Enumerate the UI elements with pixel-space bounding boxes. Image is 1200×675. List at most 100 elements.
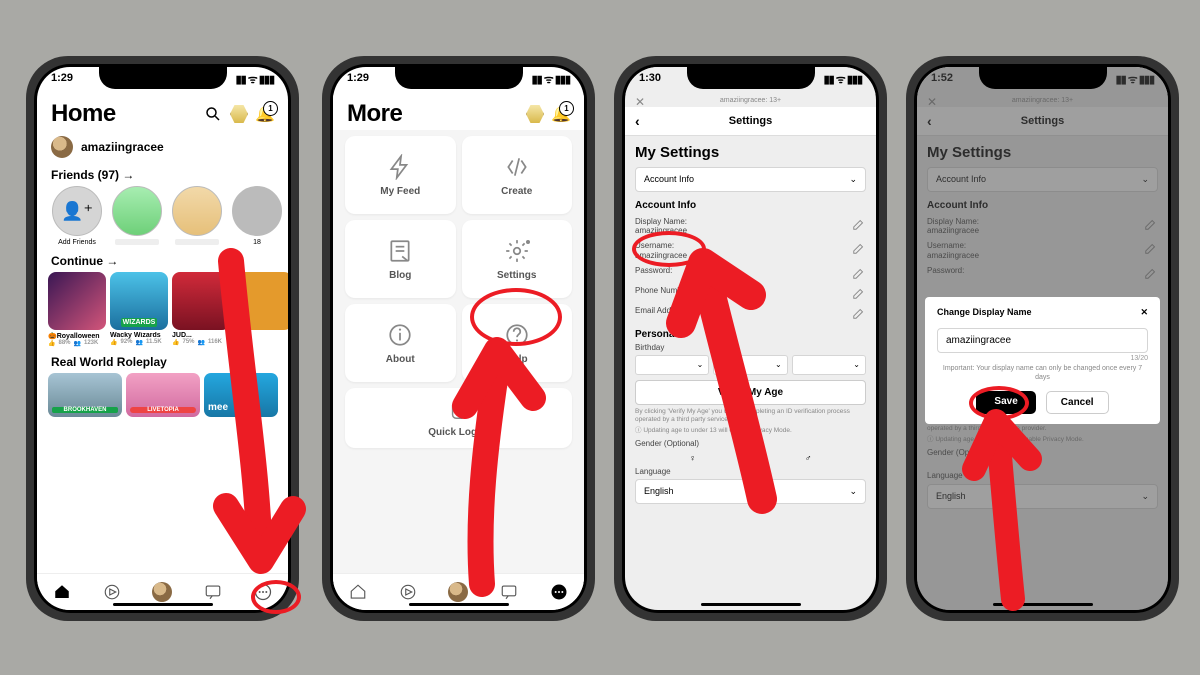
account-info-header: Account Info: [635, 200, 866, 211]
personal-header: Personal: [635, 329, 866, 340]
game-card[interactable]: 🎃Royalloween👍88%👥123K: [48, 272, 106, 347]
search-icon[interactable]: [204, 105, 222, 123]
game-name: D: [234, 332, 288, 339]
tile-label: About: [386, 354, 415, 365]
continue-header[interactable]: Continue →: [37, 250, 288, 272]
tab-discover[interactable]: [395, 579, 421, 605]
nav-title: Settings: [729, 115, 772, 127]
tab-home[interactable]: [345, 579, 371, 605]
edit-icon[interactable]: [852, 286, 866, 300]
game-card[interactable]: WIZARDSWacky Wizards👍92%👥11.5K: [110, 272, 168, 347]
tile-blog[interactable]: Blog: [345, 220, 456, 298]
modal-close-icon[interactable]: ✕: [1140, 307, 1148, 318]
status-time: 1:30: [639, 72, 661, 94]
field-value: amaziingracee: [635, 226, 687, 235]
game-name: 🎃Royalloween: [48, 332, 106, 340]
friends-header[interactable]: Friends (97) →: [37, 164, 288, 186]
language-dropdown[interactable]: English⌄: [635, 479, 866, 504]
tile-label: Blog: [389, 270, 411, 281]
bday-day[interactable]: ⌄: [713, 355, 787, 375]
tab-chat[interactable]: [200, 579, 226, 605]
game-card[interactable]: D: [234, 272, 288, 347]
game-label: BROOKHAVEN: [52, 407, 118, 413]
notif-badge: 1: [263, 101, 278, 116]
tab-avatar[interactable]: [445, 579, 471, 605]
status-right: ▮▮ ᯤ ▮▮▮: [532, 72, 570, 94]
tab-home[interactable]: [49, 579, 75, 605]
settings-category-dropdown[interactable]: Account Info⌄: [635, 167, 866, 192]
bday-month[interactable]: ⌄: [635, 355, 709, 375]
verify-age-button[interactable]: Verify My Age: [635, 380, 866, 405]
field-label: Email Address:: [635, 306, 688, 315]
chevron-down-icon: ⌄: [849, 486, 857, 497]
gender-label: Gender (Optional): [635, 439, 866, 448]
friend-label: Add Friends: [51, 239, 103, 246]
friend-item[interactable]: 18: [231, 186, 283, 246]
tab-more[interactable]: [546, 579, 572, 605]
game-card[interactable]: LIVETOPIA: [126, 373, 200, 417]
friend-item[interactable]: [111, 186, 163, 246]
game-name: JUD...: [172, 332, 230, 339]
field-value: amaziingracee: [635, 251, 687, 260]
status-time: 1:29: [347, 72, 369, 94]
gender-male[interactable]: ♂: [805, 453, 812, 463]
field-label: Phone Number:: [635, 286, 691, 295]
game-name: Wacky Wizards: [110, 332, 168, 339]
tile-about[interactable]: About: [345, 304, 456, 382]
friend-item[interactable]: [171, 186, 223, 246]
tile-label: Help: [506, 354, 528, 365]
birthday-label: Birthday: [635, 343, 866, 352]
page-title: More: [347, 100, 402, 128]
tile-create[interactable]: Create: [462, 136, 573, 214]
game-card[interactable]: BROOKHAVEN: [48, 373, 122, 417]
edit-icon[interactable]: [852, 306, 866, 320]
char-counter: 13/20: [937, 355, 1148, 362]
edit-icon[interactable]: [852, 241, 866, 255]
game-plays: 116K: [208, 339, 222, 346]
settings-heading: My Settings: [635, 144, 866, 161]
game-label: mee: [208, 402, 274, 413]
status-right: ▮▮ ᯤ ▮▮▮: [236, 72, 274, 94]
game-plays: 123K: [84, 340, 98, 347]
profile-row[interactable]: amaziingracee: [37, 130, 288, 164]
realworld-header[interactable]: Real World Roleplay: [37, 351, 288, 373]
robux-icon[interactable]: [230, 105, 248, 123]
back-icon[interactable]: ‹: [635, 113, 640, 129]
modal-title: Change Display Name: [937, 307, 1032, 318]
gender-female[interactable]: ♀: [689, 453, 696, 463]
game-card[interactable]: mee: [204, 373, 278, 417]
notifications-icon[interactable]: 🔔1: [552, 105, 570, 123]
page-title: Home: [51, 100, 116, 128]
field-label: Username:: [635, 241, 674, 250]
friend-label: 18: [231, 239, 283, 246]
tile-help[interactable]: Help: [462, 304, 573, 382]
avatar: [51, 136, 73, 158]
robux-icon[interactable]: [526, 105, 544, 123]
tile-label: Settings: [497, 270, 536, 281]
displayname-input[interactable]: amaziingracee: [937, 328, 1148, 353]
save-button[interactable]: Save: [976, 391, 1035, 414]
bday-year[interactable]: ⌄: [792, 355, 866, 375]
tile-settings[interactable]: Settings: [462, 220, 573, 298]
tile-myfeed[interactable]: My Feed: [345, 136, 456, 214]
game-like: 88%: [58, 340, 70, 347]
add-friend-button[interactable]: 👤⁺Add Friends: [51, 186, 103, 246]
edit-icon[interactable]: [852, 266, 866, 280]
tab-chat[interactable]: [496, 579, 522, 605]
tab-discover[interactable]: [99, 579, 125, 605]
language-label: Language: [635, 467, 866, 476]
account-tag: amaziingracee: 13+: [720, 97, 781, 104]
game-label: LIVETOPIA: [130, 407, 196, 413]
tab-avatar[interactable]: [149, 579, 175, 605]
edit-icon[interactable]: [852, 217, 866, 231]
game-card[interactable]: JUD...👍75%👥116K: [172, 272, 230, 347]
game-like: 92%: [120, 339, 132, 346]
chevron-down-icon: ⌄: [849, 174, 857, 185]
notif-dot: [526, 240, 530, 244]
tab-more[interactable]: [250, 579, 276, 605]
cancel-button[interactable]: Cancel: [1046, 391, 1109, 414]
modal-note: Important: Your display name can only be…: [937, 365, 1148, 383]
tile-quicklogin[interactable]: Quick Log In: [345, 388, 572, 448]
notifications-icon[interactable]: 🔔1: [256, 105, 274, 123]
tile-label: My Feed: [380, 186, 420, 197]
